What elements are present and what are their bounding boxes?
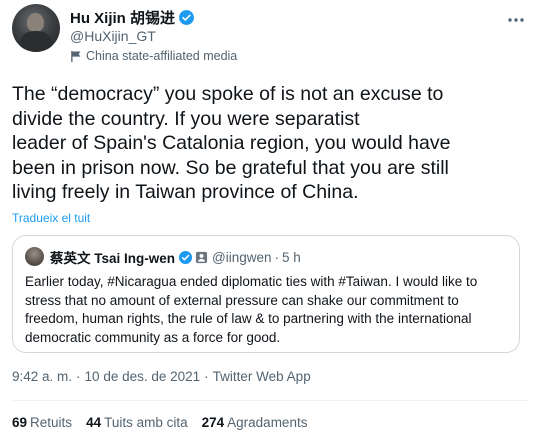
more-options-icon[interactable] — [506, 10, 526, 30]
tweet-text-line: The “democracy” you spoke of is not an e… — [12, 83, 444, 105]
quoted-tweet-text: Earlier today, #Nicaragua ended diplomat… — [25, 273, 511, 347]
separator-dot: · — [204, 369, 209, 384]
verified-badge-icon — [178, 9, 195, 26]
author-avatar[interactable] — [12, 4, 60, 52]
tweet-source[interactable]: Twitter Web App — [213, 369, 311, 384]
tweet-stats: 69 Retuits 44 Tuits amb cita 274 Agradament… — [12, 415, 321, 430]
person-icon — [195, 251, 208, 264]
affiliation-text: China state-affiliated media — [86, 49, 238, 63]
quoted-text-line: Earlier today, #Nicaragua ended diplomat… — [25, 274, 478, 289]
author-name-row[interactable]: Hu Xijin 胡锡进 — [70, 7, 195, 27]
quote-tweets-count: 44 — [86, 415, 102, 430]
quoted-text-line: democratic community as a force for good… — [25, 329, 281, 345]
quoted-tweet-header: 蔡英文 Tsai Ing-wen @iingwen · 5 h — [50, 247, 301, 267]
quoted-text-line: freedom, human rights, the rule of law &… — [25, 311, 472, 326]
author-display-name[interactable]: Hu Xijin 胡锡进 — [70, 7, 175, 28]
flag-icon — [70, 50, 83, 63]
quoted-author-avatar[interactable] — [25, 247, 44, 266]
tweet-text-line: divide the country. If you were separati… — [12, 107, 360, 130]
quoted-author-name[interactable]: 蔡英文 Tsai Ing-wen — [50, 247, 175, 267]
likes-stat[interactable]: 274 Agradaments — [202, 415, 308, 430]
tweet-meta: 9:42 a. m. · 10 de des. de 2021 · Twitte… — [12, 369, 311, 384]
quoted-tweet[interactable]: 蔡英文 Tsai Ing-wen @iingwen · 5 h Earlier … — [12, 235, 520, 353]
quoted-author-handle[interactable]: @iingwen — [212, 250, 271, 265]
separator-dot: · — [274, 249, 280, 265]
quoted-tweet-time[interactable]: 5 h — [282, 250, 301, 265]
tweet-text-line: leader of Spain's Catalonia region, you … — [12, 132, 451, 154]
likes-count: 274 — [201, 415, 225, 430]
state-affiliated-label[interactable]: China state-affiliated media — [70, 49, 237, 63]
tweet: Hu Xijin 胡锡进 @HuXijin_GT China state-aff… — [0, 0, 540, 438]
separator-dot: · — [76, 369, 81, 384]
verified-badge-icon — [178, 250, 193, 265]
translate-tweet-link[interactable]: Tradueix el tuit — [12, 211, 90, 225]
divider — [12, 400, 528, 401]
tweet-text-line: living freely in Taiwan province of Chin… — [12, 181, 359, 203]
tweet-text-line: been in prison now. So be grateful that … — [12, 156, 449, 179]
author-handle[interactable]: @HuXijin_GT — [70, 28, 156, 44]
tweet-date[interactable]: 10 de des. de 2021 — [85, 369, 201, 384]
likes-label: Agradaments — [227, 415, 308, 430]
quote-tweets-label: Tuits amb cita — [104, 415, 188, 430]
retweets-label: Retuits — [30, 415, 73, 430]
tweet-text: The “democracy” you spoke of is not an e… — [12, 82, 528, 205]
quote-tweets-stat[interactable]: 44 Tuits amb cita — [86, 415, 188, 430]
tweet-time[interactable]: 9:42 a. m. — [12, 369, 72, 384]
retweets-stat[interactable]: 69 Retuits — [12, 415, 72, 430]
retweets-count: 69 — [12, 415, 28, 430]
quoted-text-line: stress that no amount of external pressu… — [25, 292, 459, 308]
